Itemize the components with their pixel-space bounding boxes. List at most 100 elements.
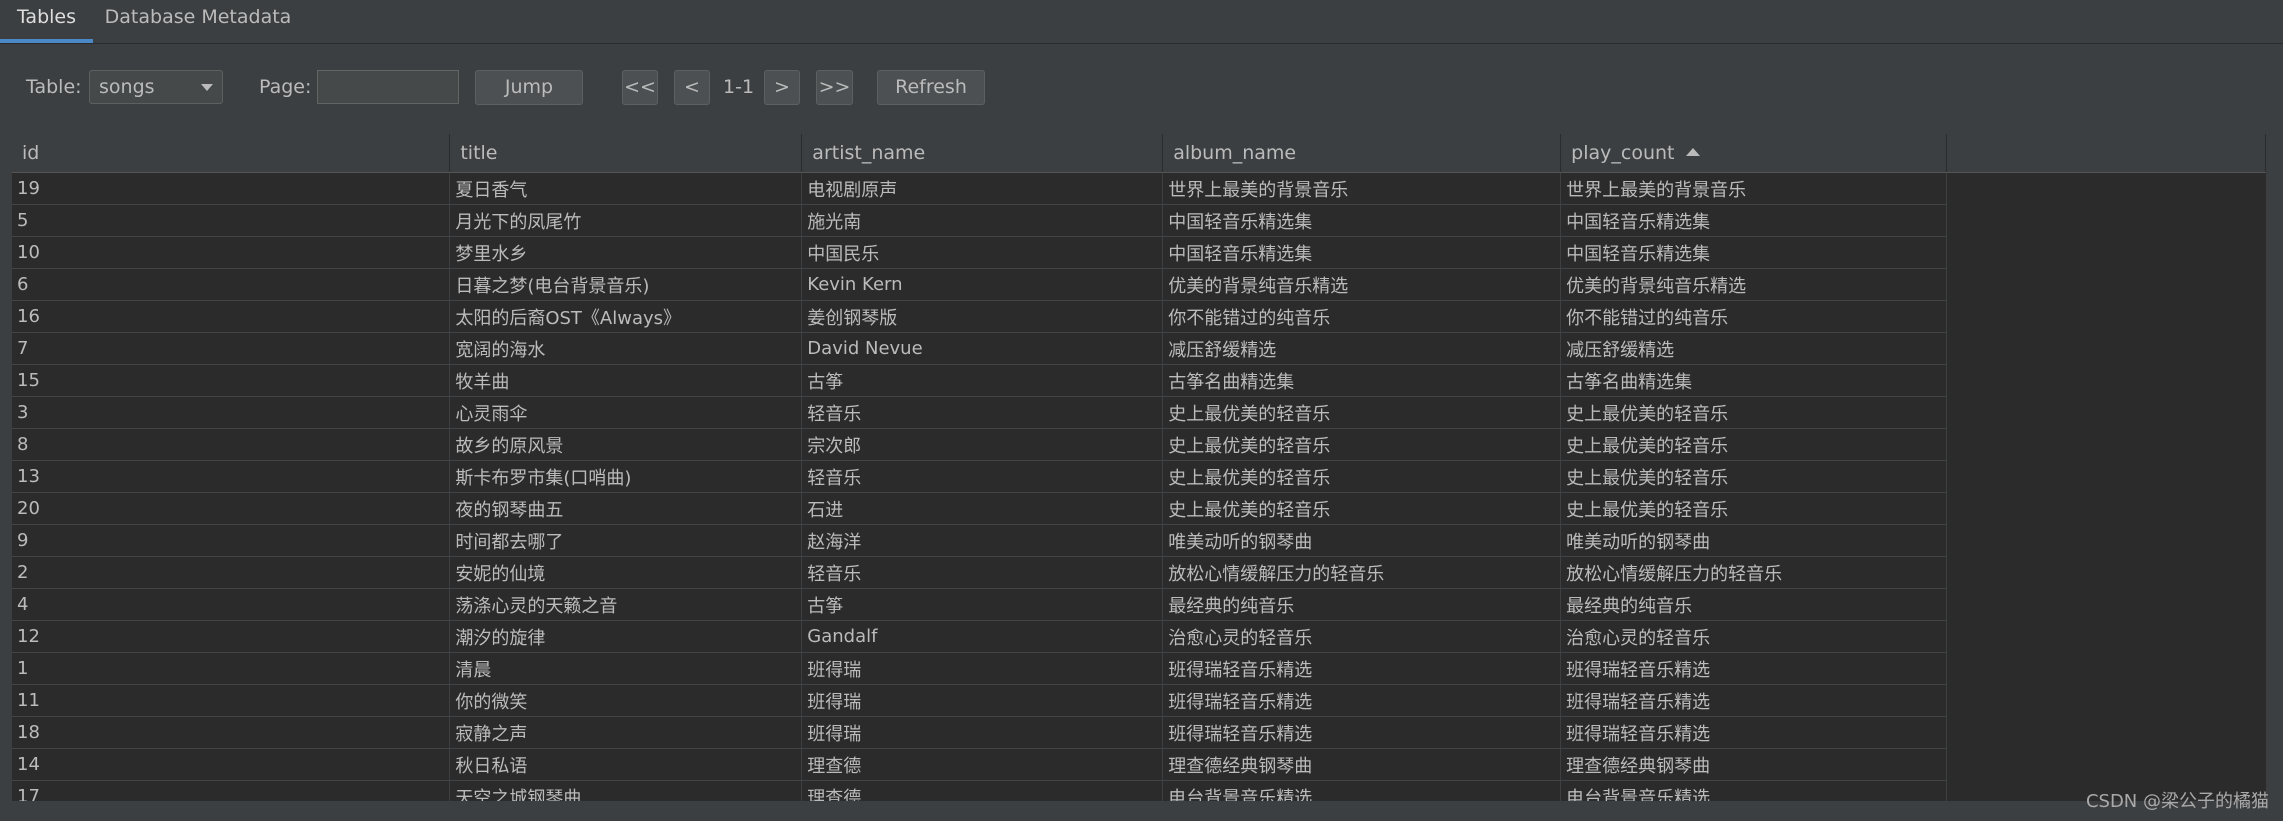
cell-title[interactable]: 梦里水乡 (449, 236, 803, 269)
cell-album-name[interactable]: 最经典的纯音乐 (1162, 588, 1562, 621)
cell-album-name[interactable]: 减压舒缓精选 (1162, 332, 1562, 365)
table-row[interactable]: 9 时间都去哪了 赵海洋 唯美动听的钢琴曲 唯美动听的钢琴曲 (12, 524, 2266, 557)
cell-play-count[interactable]: 班得瑞轻音乐精选 (1560, 684, 1948, 717)
cell-artist-name[interactable]: 轻音乐 (801, 396, 1164, 429)
cell-title[interactable]: 荡涤心灵的天籁之音 (449, 588, 803, 621)
cell-play-count[interactable]: 史上最优美的轻音乐 (1560, 396, 1948, 429)
cell-artist-name[interactable]: 赵海洋 (801, 524, 1164, 557)
column-header-artist-name[interactable]: artist_name (801, 134, 1164, 173)
cell-play-count[interactable]: 中国轻音乐精选集 (1560, 204, 1948, 237)
cell-id[interactable]: 5 (12, 204, 451, 237)
cell-id[interactable]: 14 (12, 748, 451, 781)
cell-play-count[interactable]: 中国轻音乐精选集 (1560, 236, 1948, 269)
table-row[interactable]: 17 天空之城钢琴曲 理查德 电台背景音乐精选 电台背景音乐精选 (12, 780, 2266, 801)
table-row[interactable]: 2 安妮的仙境 轻音乐 放松心情缓解压力的轻音乐 放松心情缓解压力的轻音乐 (12, 556, 2266, 589)
column-header-album-name[interactable]: album_name (1162, 134, 1562, 173)
cell-artist-name[interactable]: 宗次郎 (801, 428, 1164, 461)
cell-id[interactable]: 10 (12, 236, 451, 269)
cell-title[interactable]: 潮汐的旋律 (449, 620, 803, 653)
page-input[interactable] (317, 70, 459, 104)
table-row[interactable]: 12 潮汐的旋律 Gandalf 治愈心灵的轻音乐 治愈心灵的轻音乐 (12, 620, 2266, 653)
cell-play-count[interactable]: 电台背景音乐精选 (1560, 780, 1948, 801)
cell-album-name[interactable]: 班得瑞轻音乐精选 (1162, 716, 1562, 749)
cell-album-name[interactable]: 你不能错过的纯音乐 (1162, 300, 1562, 333)
cell-id[interactable]: 16 (12, 300, 451, 333)
cell-id[interactable]: 1 (12, 652, 451, 685)
tab-database-metadata[interactable]: Database Metadata (100, 0, 296, 43)
cell-artist-name[interactable]: 班得瑞 (801, 652, 1164, 685)
cell-album-name[interactable]: 古筝名曲精选集 (1162, 364, 1562, 397)
table-row[interactable]: 14 秋日私语 理查德 理查德经典钢琴曲 理查德经典钢琴曲 (12, 748, 2266, 781)
cell-id[interactable]: 17 (12, 780, 451, 801)
cell-album-name[interactable]: 史上最优美的轻音乐 (1162, 492, 1562, 525)
cell-artist-name[interactable]: 电视剧原声 (801, 172, 1164, 205)
column-header-title[interactable]: title (449, 134, 803, 173)
cell-album-name[interactable]: 中国轻音乐精选集 (1162, 236, 1562, 269)
table-row[interactable]: 7 宽阔的海水 David Nevue 减压舒缓精选 减压舒缓精选 (12, 332, 2266, 365)
cell-artist-name[interactable]: 中国民乐 (801, 236, 1164, 269)
cell-play-count[interactable]: 唯美动听的钢琴曲 (1560, 524, 1948, 557)
cell-album-name[interactable]: 史上最优美的轻音乐 (1162, 428, 1562, 461)
cell-artist-name[interactable]: Kevin Kern (801, 268, 1164, 301)
cell-album-name[interactable]: 放松心情缓解压力的轻音乐 (1162, 556, 1562, 589)
table-row[interactable]: 1 清晨 班得瑞 班得瑞轻音乐精选 班得瑞轻音乐精选 (12, 652, 2266, 685)
cell-play-count[interactable]: 班得瑞轻音乐精选 (1560, 652, 1948, 685)
cell-play-count[interactable]: 史上最优美的轻音乐 (1560, 492, 1948, 525)
cell-id[interactable]: 12 (12, 620, 451, 653)
cell-artist-name[interactable]: 石进 (801, 492, 1164, 525)
cell-artist-name[interactable]: David Nevue (801, 332, 1164, 365)
cell-title[interactable]: 秋日私语 (449, 748, 803, 781)
cell-title[interactable]: 时间都去哪了 (449, 524, 803, 557)
cell-artist-name[interactable]: 理查德 (801, 780, 1164, 801)
cell-play-count[interactable]: 史上最优美的轻音乐 (1560, 428, 1948, 461)
cell-album-name[interactable]: 优美的背景纯音乐精选 (1162, 268, 1562, 301)
cell-album-name[interactable]: 世界上最美的背景音乐 (1162, 172, 1562, 205)
cell-play-count[interactable]: 优美的背景纯音乐精选 (1560, 268, 1948, 301)
cell-artist-name[interactable]: 古筝 (801, 364, 1164, 397)
cell-id[interactable]: 18 (12, 716, 451, 749)
cell-title[interactable]: 安妮的仙境 (449, 556, 803, 589)
cell-title[interactable]: 夏日香气 (449, 172, 803, 205)
first-page-button[interactable]: << (622, 70, 658, 105)
cell-id[interactable]: 11 (12, 684, 451, 717)
table-row[interactable]: 13 斯卡布罗市集(口哨曲) 轻音乐 史上最优美的轻音乐 史上最优美的轻音乐 (12, 460, 2266, 493)
cell-artist-name[interactable]: 施光南 (801, 204, 1164, 237)
refresh-button[interactable]: Refresh (877, 70, 985, 105)
table-row[interactable]: 6 日暮之梦(电台背景音乐) Kevin Kern 优美的背景纯音乐精选 优美的背景纯音… (12, 268, 2266, 301)
cell-album-name[interactable]: 唯美动听的钢琴曲 (1162, 524, 1562, 557)
cell-id[interactable]: 15 (12, 364, 451, 397)
cell-title[interactable]: 清晨 (449, 652, 803, 685)
cell-id[interactable]: 19 (12, 172, 451, 205)
cell-id[interactable]: 9 (12, 524, 451, 557)
cell-play-count[interactable]: 班得瑞轻音乐精选 (1560, 716, 1948, 749)
cell-artist-name[interactable]: 轻音乐 (801, 556, 1164, 589)
cell-play-count[interactable]: 你不能错过的纯音乐 (1560, 300, 1948, 333)
cell-album-name[interactable]: 史上最优美的轻音乐 (1162, 396, 1562, 429)
table-select[interactable]: songs (89, 70, 223, 104)
cell-id[interactable]: 8 (12, 428, 451, 461)
next-page-button[interactable]: > (764, 70, 800, 105)
cell-title[interactable]: 天空之城钢琴曲 (449, 780, 803, 801)
cell-play-count[interactable]: 减压舒缓精选 (1560, 332, 1948, 365)
cell-title[interactable]: 你的微笑 (449, 684, 803, 717)
last-page-button[interactable]: >> (816, 70, 853, 105)
cell-artist-name[interactable]: 姜创钢琴版 (801, 300, 1164, 333)
cell-title[interactable]: 心灵雨伞 (449, 396, 803, 429)
cell-play-count[interactable]: 世界上最美的背景音乐 (1560, 172, 1948, 205)
cell-id[interactable]: 6 (12, 268, 451, 301)
cell-id[interactable]: 20 (12, 492, 451, 525)
cell-title[interactable]: 日暮之梦(电台背景音乐) (449, 268, 803, 301)
table-row[interactable]: 11 你的微笑 班得瑞 班得瑞轻音乐精选 班得瑞轻音乐精选 (12, 684, 2266, 717)
cell-album-name[interactable]: 班得瑞轻音乐精选 (1162, 652, 1562, 685)
cell-title[interactable]: 寂静之声 (449, 716, 803, 749)
tab-tables[interactable]: Tables (0, 0, 93, 43)
table-row[interactable]: 8 故乡的原风景 宗次郎 史上最优美的轻音乐 史上最优美的轻音乐 (12, 428, 2266, 461)
table-row[interactable]: 18 寂静之声 班得瑞 班得瑞轻音乐精选 班得瑞轻音乐精选 (12, 716, 2266, 749)
cell-play-count[interactable]: 最经典的纯音乐 (1560, 588, 1948, 621)
cell-title[interactable]: 宽阔的海水 (449, 332, 803, 365)
cell-album-name[interactable]: 电台背景音乐精选 (1162, 780, 1562, 801)
cell-play-count[interactable]: 史上最优美的轻音乐 (1560, 460, 1948, 493)
cell-title[interactable]: 斯卡布罗市集(口哨曲) (449, 460, 803, 493)
cell-play-count[interactable]: 理查德经典钢琴曲 (1560, 748, 1948, 781)
cell-album-name[interactable]: 史上最优美的轻音乐 (1162, 460, 1562, 493)
